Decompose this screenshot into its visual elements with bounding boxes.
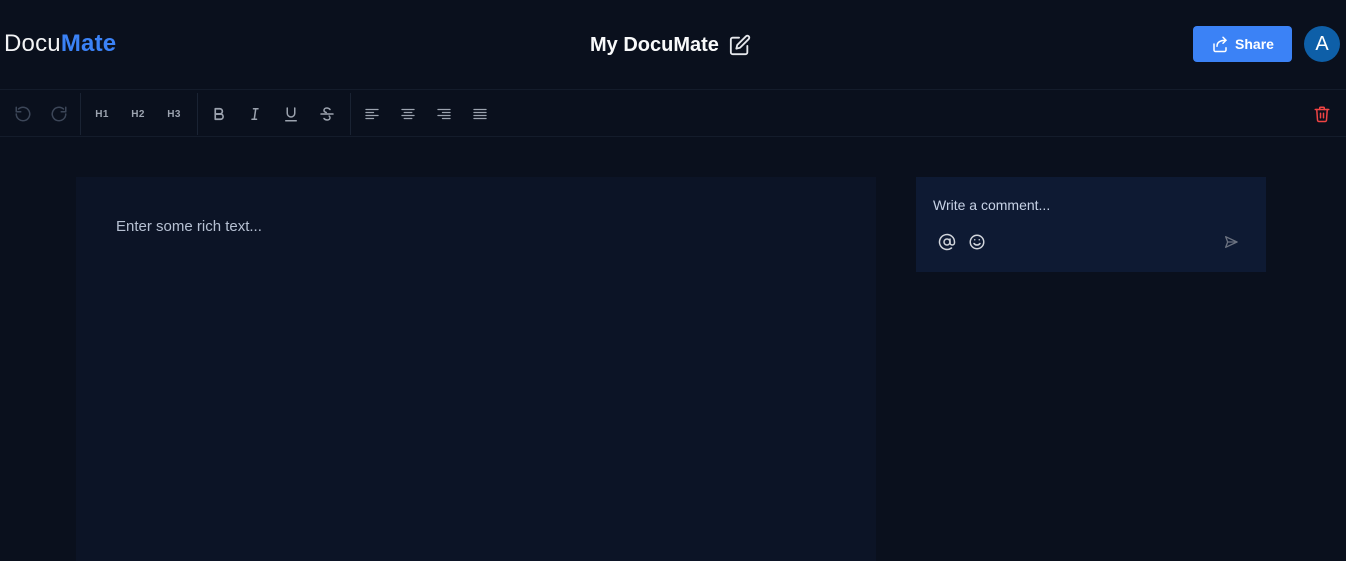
heading-3-label: H3 (167, 108, 181, 120)
heading-1-label: H1 (95, 108, 109, 120)
italic-icon[interactable] (240, 91, 270, 137)
send-comment-button[interactable] (1214, 225, 1248, 259)
align-right-icon[interactable] (429, 91, 459, 137)
redo-icon[interactable] (44, 91, 74, 137)
document-title-area: My DocuMate (590, 32, 751, 58)
toolbar-divider (350, 93, 351, 135)
formatting-toolbar: H1 H2 H3 (0, 91, 1346, 137)
edit-title-icon[interactable] (729, 34, 751, 56)
logo-text-mate: Mate (60, 30, 117, 57)
rich-text-editor[interactable]: Enter some rich text... (76, 177, 876, 561)
document-title[interactable]: My DocuMate (590, 33, 719, 57)
comment-input[interactable] (933, 195, 1233, 215)
align-left-icon[interactable] (357, 91, 387, 137)
smile-icon[interactable] (966, 231, 988, 253)
undo-icon[interactable] (8, 91, 38, 137)
send-icon (1223, 234, 1239, 250)
logo-text-docu: Docu (4, 30, 61, 57)
trash-icon[interactable] (1307, 91, 1337, 137)
heading-2-label: H2 (131, 108, 145, 120)
underline-icon[interactable] (276, 91, 306, 137)
toolbar-divider (80, 93, 81, 135)
share-icon (1211, 35, 1229, 53)
align-justify-icon[interactable] (465, 91, 495, 137)
app-logo[interactable]: DocuMate (4, 30, 116, 58)
editor-placeholder: Enter some rich text... (116, 218, 262, 235)
toolbar-divider (197, 93, 198, 135)
heading-3-button[interactable]: H3 (159, 91, 189, 137)
align-center-icon[interactable] (393, 91, 423, 137)
comment-composer (916, 177, 1266, 272)
at-icon[interactable] (936, 231, 958, 253)
heading-2-button[interactable]: H2 (123, 91, 153, 137)
heading-1-button[interactable]: H1 (87, 91, 117, 137)
user-avatar[interactable]: A (1304, 26, 1340, 62)
strikethrough-icon[interactable] (312, 91, 342, 137)
bold-icon[interactable] (204, 91, 234, 137)
top-bar: DocuMate My DocuMate Share A (0, 0, 1346, 90)
share-label: Share (1235, 36, 1274, 52)
share-button[interactable]: Share (1193, 26, 1292, 62)
